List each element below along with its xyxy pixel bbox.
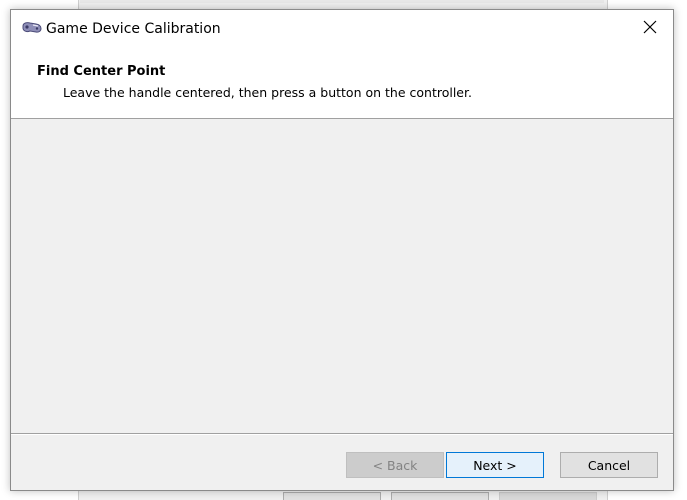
background-window-edge bbox=[80, 0, 604, 3]
background-button bbox=[499, 492, 597, 500]
page-title: Find Center Point bbox=[37, 64, 166, 79]
footer-divider bbox=[11, 433, 673, 435]
calibration-content-area bbox=[11, 119, 673, 433]
page-instructions: Leave the handle centered, then press a … bbox=[63, 85, 472, 100]
next-button[interactable]: Next > bbox=[446, 452, 544, 478]
close-button[interactable] bbox=[627, 10, 673, 48]
calibration-dialog: Game Device Calibration Find Center Poin… bbox=[10, 9, 674, 491]
back-button[interactable]: < Back bbox=[346, 452, 444, 478]
window-title: Game Device Calibration bbox=[46, 21, 221, 37]
title-bar[interactable]: Game Device Calibration bbox=[11, 10, 673, 48]
background-button bbox=[391, 492, 489, 500]
background-button bbox=[283, 492, 381, 500]
close-icon bbox=[643, 20, 657, 39]
game-controller-icon bbox=[21, 20, 43, 36]
cancel-button[interactable]: Cancel bbox=[560, 452, 658, 478]
wizard-header: Find Center Point Leave the handle cente… bbox=[11, 48, 673, 119]
